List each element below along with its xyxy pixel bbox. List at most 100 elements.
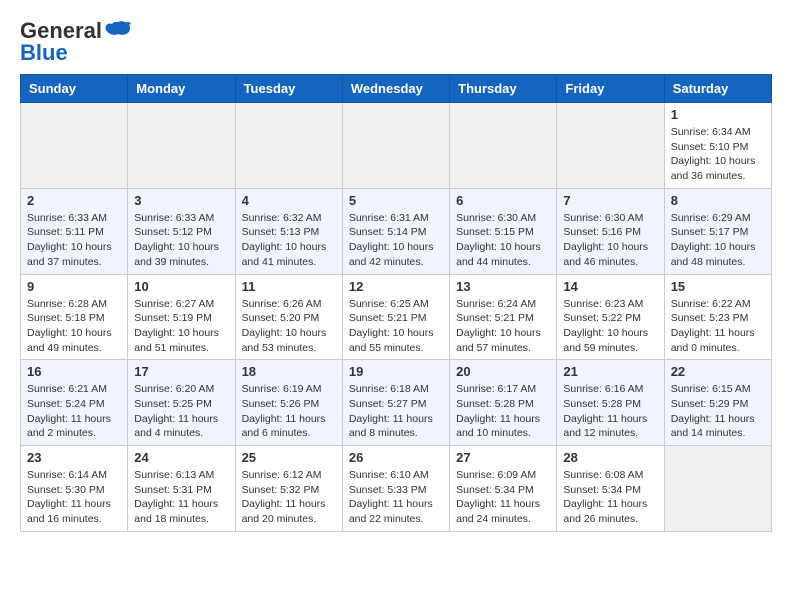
day-number: 19 [349,364,443,379]
day-info: Sunrise: 6:31 AM Sunset: 5:14 PM Dayligh… [349,211,443,270]
day-info: Sunrise: 6:34 AM Sunset: 5:10 PM Dayligh… [671,125,765,184]
calendar-cell [450,103,557,189]
calendar-cell: 16 Sunrise: 6:21 AM Sunset: 5:24 PM Dayli… [21,360,128,446]
day-info: Sunrise: 6:09 AM Sunset: 5:34 PM Dayligh… [456,468,550,527]
day-number: 20 [456,364,550,379]
day-info: Sunrise: 6:14 AM Sunset: 5:30 PM Dayligh… [27,468,121,527]
day-info: Sunrise: 6:33 AM Sunset: 5:11 PM Dayligh… [27,211,121,270]
calendar-cell [128,103,235,189]
day-number: 13 [456,279,550,294]
calendar-cell: 4 Sunrise: 6:32 AM Sunset: 5:13 PM Daylig… [235,188,342,274]
day-number: 11 [242,279,336,294]
day-info: Sunrise: 6:29 AM Sunset: 5:17 PM Dayligh… [671,211,765,270]
calendar-cell: 6 Sunrise: 6:30 AM Sunset: 5:15 PM Daylig… [450,188,557,274]
day-info: Sunrise: 6:20 AM Sunset: 5:25 PM Dayligh… [134,382,228,441]
day-number: 7 [563,193,657,208]
calendar-cell: 20 Sunrise: 6:17 AM Sunset: 5:28 PM Dayli… [450,360,557,446]
day-number: 18 [242,364,336,379]
day-number: 10 [134,279,228,294]
calendar-table: SundayMondayTuesdayWednesdayThursdayFrid… [20,74,772,532]
day-number: 24 [134,450,228,465]
calendar-week-row: 9 Sunrise: 6:28 AM Sunset: 5:18 PM Daylig… [21,274,772,360]
day-number: 28 [563,450,657,465]
calendar-cell [557,103,664,189]
calendar-cell: 15 Sunrise: 6:22 AM Sunset: 5:23 PM Dayli… [664,274,771,360]
day-info: Sunrise: 6:19 AM Sunset: 5:26 PM Dayligh… [242,382,336,441]
calendar-cell: 11 Sunrise: 6:26 AM Sunset: 5:20 PM Dayli… [235,274,342,360]
day-info: Sunrise: 6:30 AM Sunset: 5:16 PM Dayligh… [563,211,657,270]
calendar-week-row: 23 Sunrise: 6:14 AM Sunset: 5:30 PM Dayli… [21,446,772,532]
day-number: 9 [27,279,121,294]
day-number: 2 [27,193,121,208]
calendar-cell: 18 Sunrise: 6:19 AM Sunset: 5:26 PM Dayli… [235,360,342,446]
calendar-day-header: Monday [128,75,235,103]
calendar-day-header: Thursday [450,75,557,103]
calendar-header-row: SundayMondayTuesdayWednesdayThursdayFrid… [21,75,772,103]
calendar-cell: 17 Sunrise: 6:20 AM Sunset: 5:25 PM Dayli… [128,360,235,446]
calendar-cell: 23 Sunrise: 6:14 AM Sunset: 5:30 PM Dayli… [21,446,128,532]
logo-blue: Blue [20,40,68,65]
calendar-cell: 3 Sunrise: 6:33 AM Sunset: 5:12 PM Daylig… [128,188,235,274]
calendar-cell [342,103,449,189]
day-number: 16 [27,364,121,379]
day-info: Sunrise: 6:12 AM Sunset: 5:32 PM Dayligh… [242,468,336,527]
day-number: 26 [349,450,443,465]
day-info: Sunrise: 6:17 AM Sunset: 5:28 PM Dayligh… [456,382,550,441]
calendar-cell: 9 Sunrise: 6:28 AM Sunset: 5:18 PM Daylig… [21,274,128,360]
day-info: Sunrise: 6:08 AM Sunset: 5:34 PM Dayligh… [563,468,657,527]
day-number: 4 [242,193,336,208]
day-number: 5 [349,193,443,208]
calendar-cell: 26 Sunrise: 6:10 AM Sunset: 5:33 PM Dayli… [342,446,449,532]
calendar-day-header: Sunday [21,75,128,103]
day-info: Sunrise: 6:21 AM Sunset: 5:24 PM Dayligh… [27,382,121,441]
day-number: 1 [671,107,765,122]
day-number: 6 [456,193,550,208]
calendar-cell [235,103,342,189]
day-info: Sunrise: 6:24 AM Sunset: 5:21 PM Dayligh… [456,297,550,356]
calendar-cell: 1 Sunrise: 6:34 AM Sunset: 5:10 PM Daylig… [664,103,771,189]
day-number: 17 [134,364,228,379]
day-info: Sunrise: 6:23 AM Sunset: 5:22 PM Dayligh… [563,297,657,356]
calendar-cell: 12 Sunrise: 6:25 AM Sunset: 5:21 PM Dayli… [342,274,449,360]
day-info: Sunrise: 6:18 AM Sunset: 5:27 PM Dayligh… [349,382,443,441]
day-number: 22 [671,364,765,379]
calendar-day-header: Saturday [664,75,771,103]
calendar-cell: 28 Sunrise: 6:08 AM Sunset: 5:34 PM Dayli… [557,446,664,532]
day-info: Sunrise: 6:28 AM Sunset: 5:18 PM Dayligh… [27,297,121,356]
calendar-week-row: 2 Sunrise: 6:33 AM Sunset: 5:11 PM Daylig… [21,188,772,274]
calendar-cell: 13 Sunrise: 6:24 AM Sunset: 5:21 PM Dayli… [450,274,557,360]
day-number: 25 [242,450,336,465]
day-info: Sunrise: 6:33 AM Sunset: 5:12 PM Dayligh… [134,211,228,270]
day-info: Sunrise: 6:25 AM Sunset: 5:21 PM Dayligh… [349,297,443,356]
calendar-cell: 5 Sunrise: 6:31 AM Sunset: 5:14 PM Daylig… [342,188,449,274]
logo: General Blue [20,20,132,64]
calendar-day-header: Tuesday [235,75,342,103]
calendar-cell: 10 Sunrise: 6:27 AM Sunset: 5:19 PM Dayli… [128,274,235,360]
day-number: 3 [134,193,228,208]
day-info: Sunrise: 6:27 AM Sunset: 5:19 PM Dayligh… [134,297,228,356]
day-number: 21 [563,364,657,379]
calendar-week-row: 1 Sunrise: 6:34 AM Sunset: 5:10 PM Daylig… [21,103,772,189]
day-info: Sunrise: 6:32 AM Sunset: 5:13 PM Dayligh… [242,211,336,270]
day-info: Sunrise: 6:13 AM Sunset: 5:31 PM Dayligh… [134,468,228,527]
calendar-cell: 14Sunrise: 6:23 AM Sunset: 5:22 PM Dayli… [557,274,664,360]
calendar-cell [21,103,128,189]
logo-bird-icon [104,20,132,44]
calendar-cell [664,446,771,532]
day-info: Sunrise: 6:15 AM Sunset: 5:29 PM Dayligh… [671,382,765,441]
calendar-week-row: 16 Sunrise: 6:21 AM Sunset: 5:24 PM Dayli… [21,360,772,446]
day-number: 8 [671,193,765,208]
calendar-cell: 21 Sunrise: 6:16 AM Sunset: 5:28 PM Dayli… [557,360,664,446]
calendar-cell: 7 Sunrise: 6:30 AM Sunset: 5:16 PM Daylig… [557,188,664,274]
day-info: Sunrise: 6:30 AM Sunset: 5:15 PM Dayligh… [456,211,550,270]
day-info: Sunrise: 6:26 AM Sunset: 5:20 PM Dayligh… [242,297,336,356]
day-number: 23 [27,450,121,465]
day-number: 12 [349,279,443,294]
calendar-cell: 8 Sunrise: 6:29 AM Sunset: 5:17 PM Daylig… [664,188,771,274]
day-info: Sunrise: 6:10 AM Sunset: 5:33 PM Dayligh… [349,468,443,527]
page-header: General Blue [20,20,772,64]
day-info: Sunrise: 6:16 AM Sunset: 5:28 PM Dayligh… [563,382,657,441]
day-info: Sunrise: 6:22 AM Sunset: 5:23 PM Dayligh… [671,297,765,356]
calendar-cell: 27Sunrise: 6:09 AM Sunset: 5:34 PM Dayli… [450,446,557,532]
day-number: 15 [671,279,765,294]
